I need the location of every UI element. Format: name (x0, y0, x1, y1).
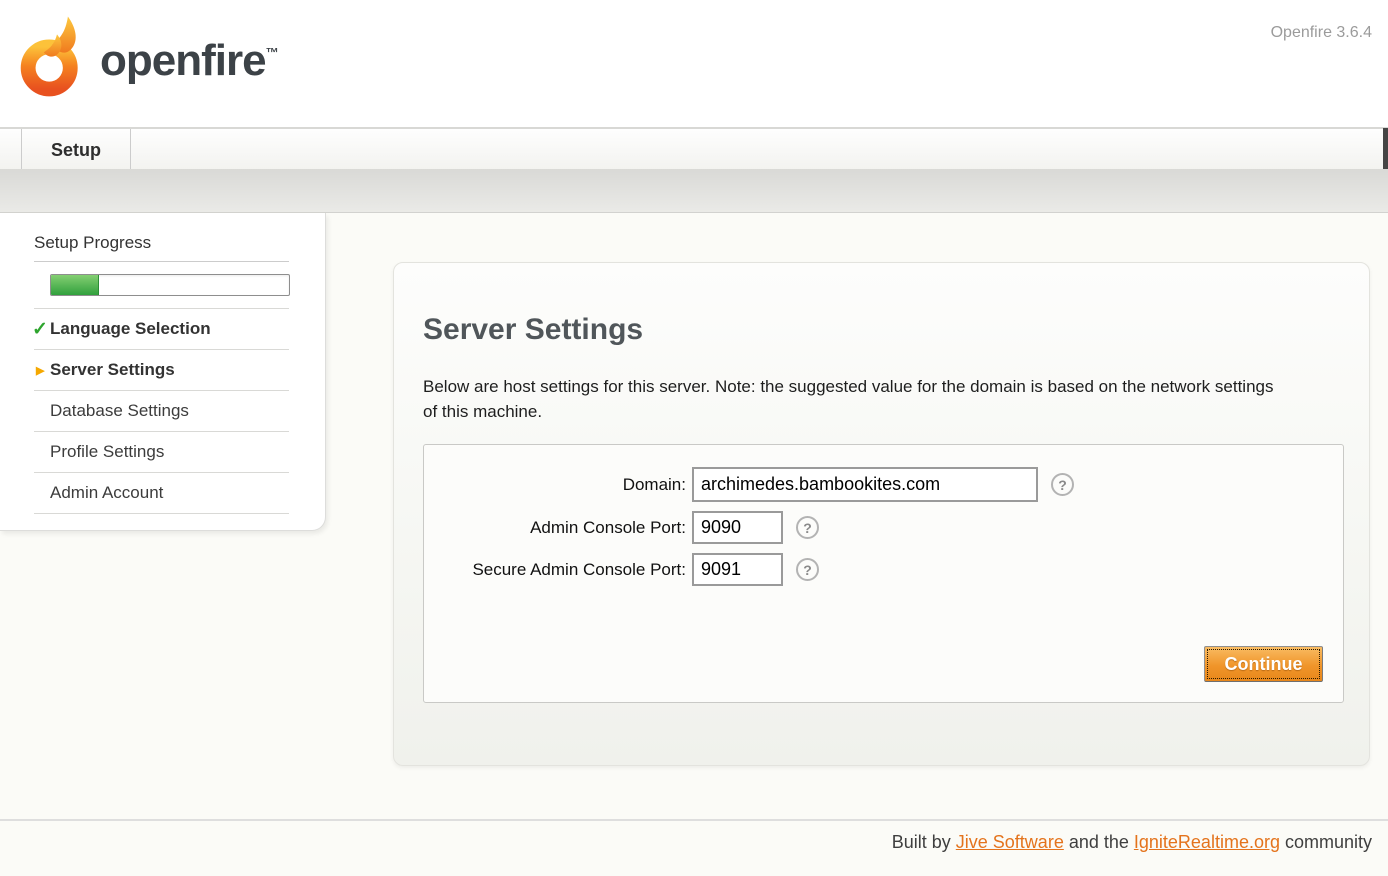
trademark-symbol: ™ (266, 45, 279, 60)
jive-software-link[interactable]: Jive Software (956, 832, 1064, 852)
server-settings-form: Domain: ? Admin Console Port: ? Secure A… (423, 444, 1344, 703)
version-text: Openfire 3.6.4 (1271, 24, 1372, 42)
progress-fill (51, 275, 99, 295)
openfire-wordmark: openfire™ (100, 36, 279, 86)
secure-admin-console-port-input[interactable] (692, 553, 783, 586)
footer-text: and the (1064, 832, 1134, 852)
admin-console-port-input[interactable] (692, 511, 783, 544)
admin-console-port-label: Admin Console Port: (424, 518, 686, 538)
page-description: Below are host settings for this server.… (423, 374, 1285, 424)
step-label: Language Selection (50, 319, 211, 338)
form-row-secure-admin-port: Secure Admin Console Port: ? (424, 553, 1343, 586)
footer-credits: Built by Jive Software and the IgniteRea… (892, 832, 1372, 853)
secondary-nav-bar (0, 169, 1388, 213)
setup-steps-list: ✓ Language Selection ▶ Server Settings D… (34, 308, 289, 514)
step-label: Admin Account (50, 483, 163, 502)
check-icon: ✓ (32, 318, 48, 341)
step-label: Database Settings (50, 401, 189, 420)
igniterealtime-link[interactable]: IgniteRealtime.org (1134, 832, 1280, 852)
step-profile-settings: Profile Settings (34, 431, 289, 472)
domain-help-icon[interactable]: ? (1051, 473, 1074, 496)
tab-setup[interactable]: Setup (21, 129, 131, 171)
footer-text: community (1280, 832, 1372, 852)
server-settings-panel: Server Settings Below are host settings … (393, 262, 1370, 766)
sidebar-title: Setup Progress (34, 233, 289, 262)
secure-admin-console-port-label: Secure Admin Console Port: (424, 560, 686, 580)
tab-bar: Setup (0, 127, 1388, 169)
openfire-flame-logo-icon (18, 6, 96, 113)
step-label: Server Settings (50, 360, 175, 379)
step-language-selection: ✓ Language Selection (34, 308, 289, 349)
page-title: Server Settings (423, 313, 643, 347)
continue-button[interactable]: Continue (1204, 646, 1323, 682)
form-row-domain: Domain: ? (424, 467, 1343, 502)
secure-port-help-icon[interactable]: ? (796, 558, 819, 581)
footer-divider (0, 819, 1388, 821)
header: openfire™ Openfire 3.6.4 (0, 0, 1388, 127)
domain-label: Domain: (424, 475, 686, 495)
progress-bar (50, 274, 290, 296)
setup-progress-sidebar: Setup Progress ✓ Language Selection ▶ Se… (0, 213, 326, 531)
footer-text: Built by (892, 832, 956, 852)
step-label: Profile Settings (50, 442, 164, 461)
step-database-settings: Database Settings (34, 390, 289, 431)
form-row-admin-port: Admin Console Port: ? (424, 511, 1343, 544)
admin-port-help-icon[interactable]: ? (796, 516, 819, 539)
current-step-arrow-icon: ▶ (36, 364, 44, 377)
step-admin-account: Admin Account (34, 472, 289, 514)
domain-input[interactable] (692, 467, 1038, 502)
step-server-settings: ▶ Server Settings (34, 349, 289, 390)
